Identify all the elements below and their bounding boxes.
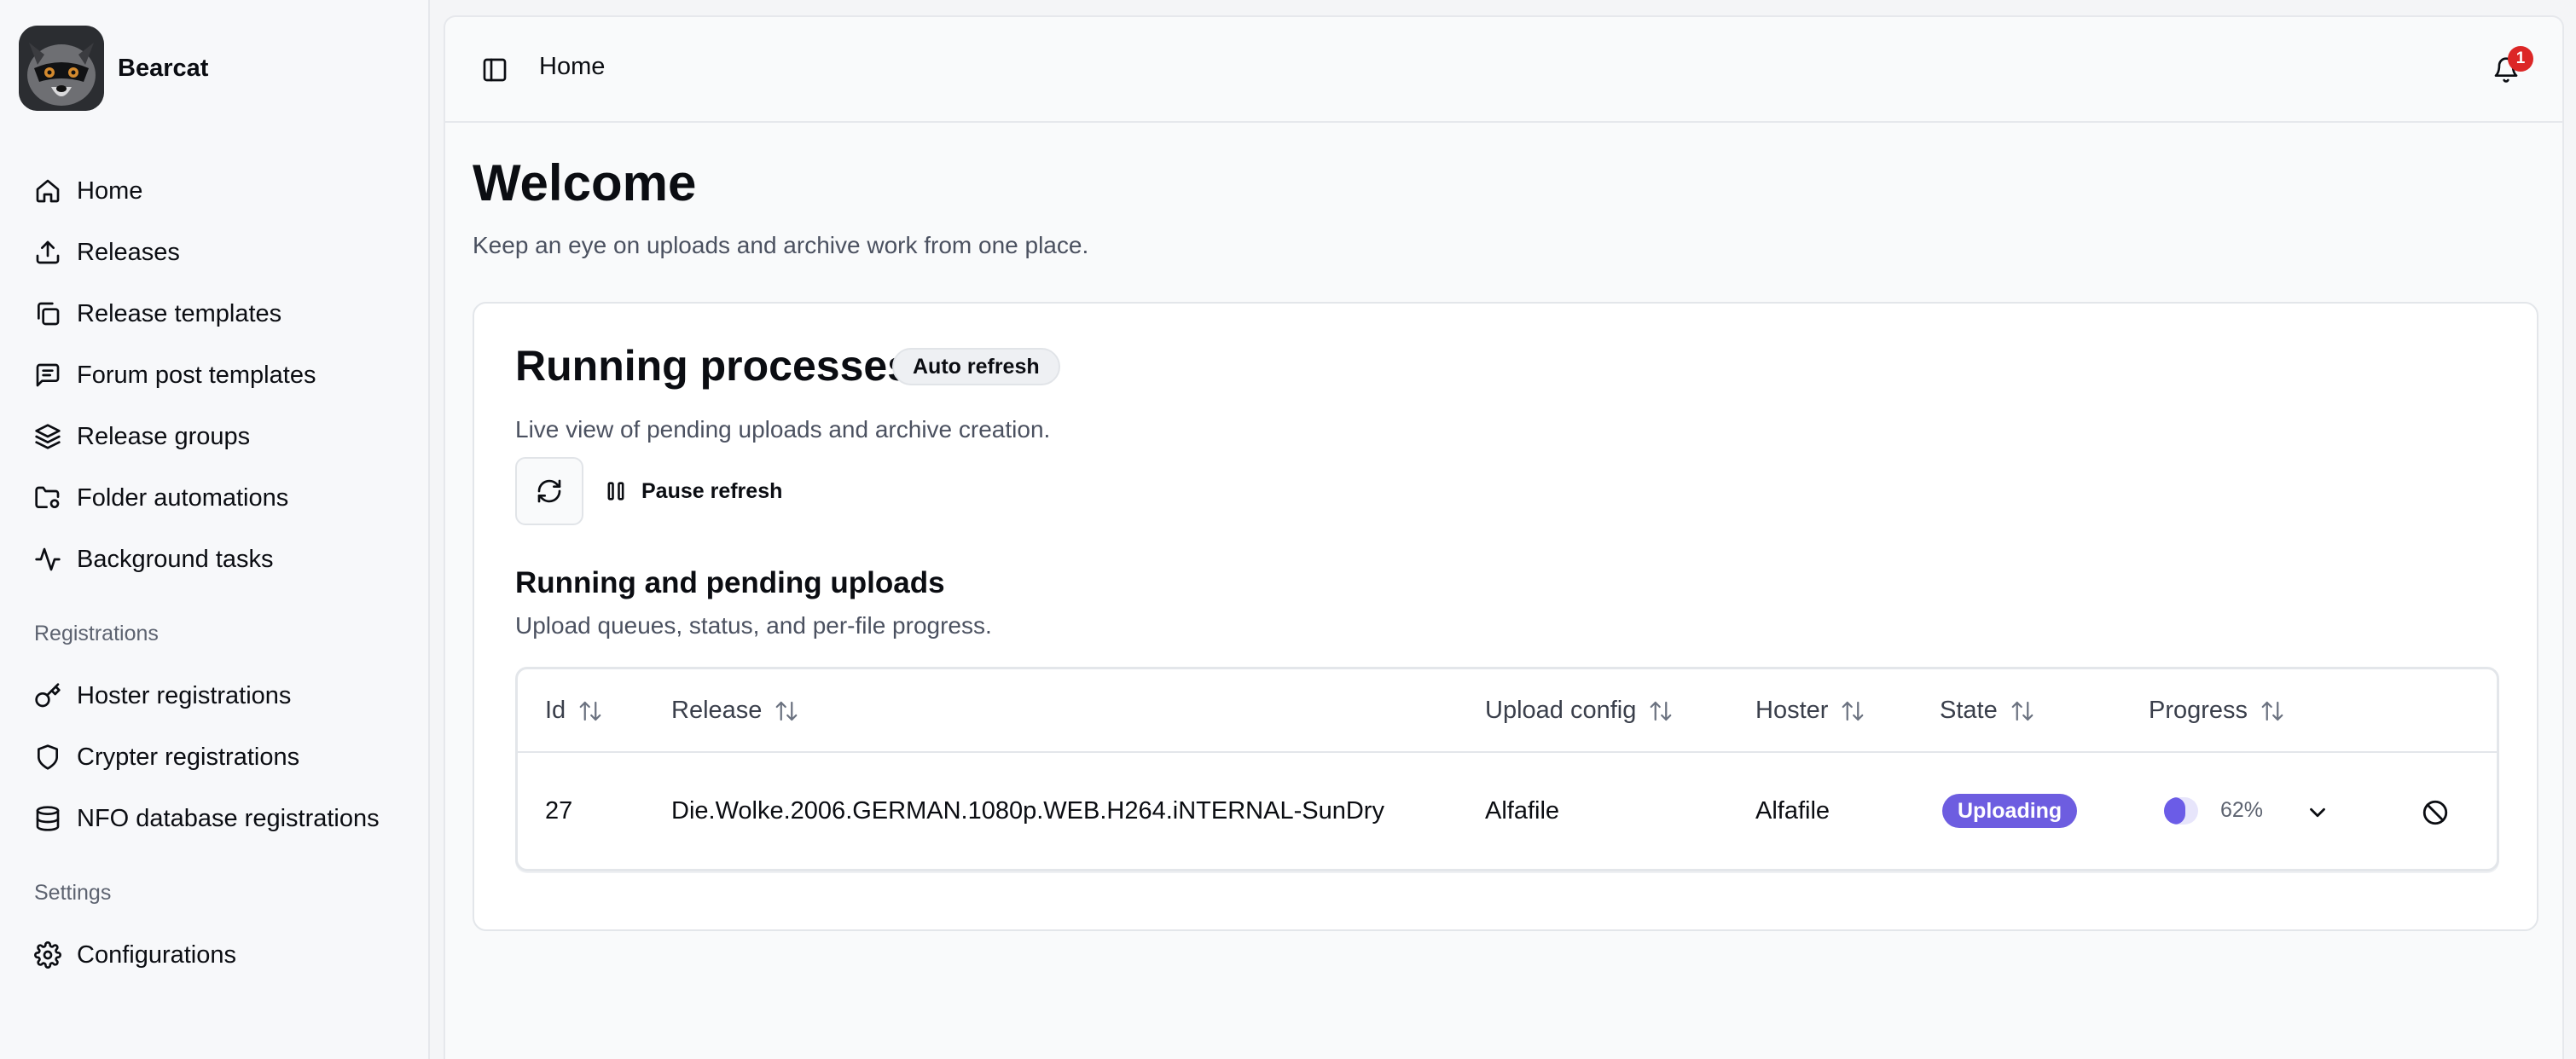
sidebar-item-label: Forum post templates (77, 361, 316, 389)
column-header-upload-config[interactable]: Upload config (1485, 697, 1674, 725)
card-subtitle: Live view of pending uploads and archive… (515, 416, 1051, 443)
sort-icon (776, 701, 798, 720)
page-title: Welcome (473, 154, 697, 211)
copy-icon (32, 298, 63, 329)
column-header-release[interactable]: Release (671, 697, 799, 725)
table-header: Id Release Upload config Hoster State Pr… (518, 669, 2497, 753)
chevron-down-icon (2310, 807, 2325, 818)
database-icon (32, 803, 63, 834)
sidebar-item-label: Background tasks (77, 545, 274, 573)
sidebar-section-settings: Settings (34, 881, 112, 905)
cell-release: Die.Wolke.2006.GERMAN.1080p.WEB.H264.iNT… (671, 797, 1384, 825)
sidebar-item-label: Releases (77, 238, 180, 266)
layers-icon (32, 421, 63, 452)
cell-hoster: Alfafile (1755, 797, 1830, 825)
brand[interactable]: Bearcat (19, 24, 208, 113)
sidebar: Bearcat Home Releases Release templates … (0, 0, 430, 1059)
status-badge: Uploading (1942, 794, 2078, 828)
activity-icon (32, 544, 63, 575)
sidebar-item-hoster-registrations[interactable]: Hoster registrations (20, 665, 413, 726)
column-header-id[interactable]: Id (545, 697, 603, 725)
sidebar-item-label: Release templates (77, 299, 282, 327)
panel-left-icon (483, 58, 507, 82)
sidebar-item-label: Crypter registrations (77, 743, 300, 771)
auto-refresh-badge: Auto refresh (892, 348, 1060, 385)
sidebar-nav: Home Releases Release templates Forum po… (20, 160, 413, 986)
sort-icon (1842, 701, 1864, 720)
toggle-sidebar-button[interactable] (476, 51, 513, 89)
folder-cog-icon (32, 483, 63, 513)
uploads-section-title: Running and pending uploads (515, 566, 945, 599)
message-square-icon (32, 360, 63, 391)
sidebar-item-label: Release groups (77, 422, 251, 450)
sidebar-item-folder-automations[interactable]: Folder automations (20, 467, 413, 529)
notification-count-badge: 1 (2508, 46, 2533, 72)
cell-id: 27 (545, 797, 573, 825)
sidebar-item-configurations[interactable]: Configurations (20, 924, 413, 986)
progress-fill (2164, 797, 2185, 825)
sidebar-item-background-tasks[interactable]: Background tasks (20, 529, 413, 590)
column-label: Release (671, 697, 763, 724)
bearcat-logo-icon (19, 26, 104, 111)
sidebar-item-home[interactable]: Home (20, 160, 413, 222)
upload-icon (32, 237, 63, 268)
sort-icon (579, 701, 601, 720)
topbar: Home 1 (445, 17, 2562, 123)
refresh-icon (537, 479, 561, 503)
gear-icon (32, 940, 63, 970)
sort-icon (2261, 701, 2283, 720)
column-label: Hoster (1755, 697, 1829, 724)
main-content: Home 1 Welcome Keep an eye on uploads an… (444, 15, 2564, 1059)
uploads-section-subtitle: Upload queues, status, and per-file prog… (515, 612, 992, 639)
app-name: Bearcat (118, 54, 209, 82)
sidebar-item-label: Configurations (77, 940, 236, 969)
shield-icon (32, 742, 63, 773)
notifications-button[interactable]: 1 (2486, 46, 2533, 90)
card-title: Running processes (515, 342, 911, 390)
ban-icon (2422, 800, 2448, 825)
sidebar-item-release-templates[interactable]: Release templates (20, 283, 413, 344)
sort-icon (1650, 701, 1672, 720)
cell-upload-config: Alfafile (1485, 797, 1560, 825)
key-icon (32, 680, 63, 711)
expand-row-button[interactable] (2302, 797, 2333, 828)
sidebar-item-label: Hoster registrations (77, 681, 292, 709)
home-icon (32, 176, 63, 206)
page-subtitle: Keep an eye on uploads and archive work … (473, 232, 1089, 258)
sidebar-item-label: Folder automations (77, 483, 289, 512)
breadcrumb: Home (539, 53, 606, 80)
sidebar-item-forum-post-templates[interactable]: Forum post templates (20, 344, 413, 406)
sidebar-item-nfo-database-registrations[interactable]: NFO database registrations (20, 788, 413, 849)
pause-icon (607, 482, 624, 501)
progress-bar (2164, 797, 2198, 825)
column-header-progress[interactable]: Progress (2149, 697, 2285, 725)
running-processes-card: Running processes Auto refresh Live view… (473, 302, 2538, 931)
column-header-state[interactable]: State (1940, 697, 2035, 725)
uploads-table: Id Release Upload config Hoster State Pr… (515, 667, 2499, 871)
column-label: Upload config (1485, 697, 1637, 724)
sidebar-item-label: Home (77, 176, 143, 205)
column-label: Id (545, 697, 566, 724)
cancel-upload-button[interactable] (2418, 796, 2452, 830)
sidebar-item-label: NFO database registrations (77, 804, 380, 832)
column-label: State (1940, 697, 1998, 724)
sidebar-item-release-groups[interactable]: Release groups (20, 406, 413, 467)
sidebar-item-releases[interactable]: Releases (20, 222, 413, 283)
table-row[interactable]: 27 Die.Wolke.2006.GERMAN.1080p.WEB.H264.… (518, 753, 2497, 871)
progress-percentage: 62% (2220, 798, 2264, 822)
column-header-hoster[interactable]: Hoster (1755, 697, 1865, 725)
refresh-button[interactable] (515, 457, 583, 525)
pause-refresh-button[interactable]: Pause refresh (604, 469, 782, 513)
column-label: Progress (2149, 697, 2248, 724)
pause-refresh-label: Pause refresh (641, 478, 783, 503)
sidebar-section-registrations: Registrations (34, 622, 159, 645)
sort-icon (2011, 701, 2034, 720)
sidebar-item-crypter-registrations[interactable]: Crypter registrations (20, 726, 413, 788)
